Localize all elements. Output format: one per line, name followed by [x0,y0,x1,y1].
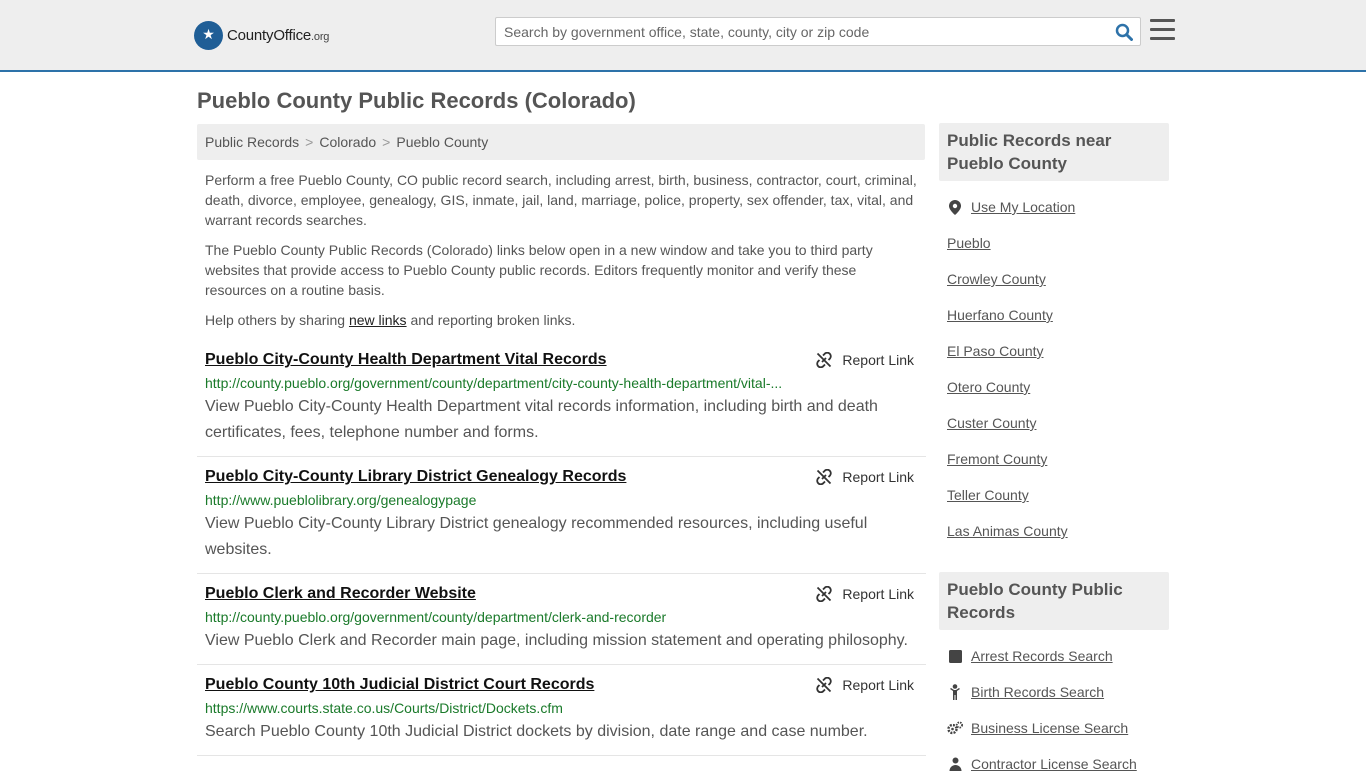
sidebar-records: Pueblo County Public Records Arrest Reco… [939,572,1169,782]
map-marker-icon [947,199,963,215]
report-link-label: Report Link [842,677,914,693]
sidebar-item-custer: Custer County [947,405,1169,441]
sidebar-item-huerfano: Huerfano County [947,297,1169,333]
report-link-button[interactable]: Report Link [816,352,914,368]
result-url: http://county.pueblo.org/government/coun… [205,375,783,391]
sidebar-item-use-my-location: Use My Location [947,189,1169,225]
broken-link-icon [816,586,833,602]
sidebar-item-arrest: Arrest Records Search [947,638,1169,674]
square-icon [947,649,963,663]
result-url: https://www.courts.state.co.us/Courts/Di… [205,700,563,716]
search-input[interactable] [496,18,1106,45]
result-description: View Pueblo City-County Library District… [205,515,868,558]
sidebar-item-contractor: Contractor License Search [947,746,1169,782]
sidebar-records-heading: Pueblo County Public Records [939,572,1169,630]
results-list: Pueblo City-County Health Department Vit… [197,340,926,756]
nearby-link[interactable]: Las Animas County [947,523,1068,539]
breadcrumb-separator: > [305,134,314,150]
sidebar-nearby-heading: Public Records near Pueblo County [939,123,1169,181]
nearby-link[interactable]: Fremont County [947,451,1047,467]
result-item: Pueblo City-County Library District Gene… [197,457,926,574]
broken-link-icon [816,469,833,485]
nearby-link[interactable]: Huerfano County [947,307,1053,323]
breadcrumb-separator: > [382,134,391,150]
result-title-link[interactable]: Pueblo Clerk and Recorder Website [205,584,476,604]
nearby-link[interactable]: Pueblo [947,235,991,251]
nearby-link[interactable]: Custer County [947,415,1036,431]
child-icon [947,684,963,700]
birth-records-link[interactable]: Birth Records Search [971,684,1104,700]
sidebar-item-birth: Birth Records Search [947,674,1169,710]
search-button[interactable] [1112,20,1136,44]
sidebar-nearby: Public Records near Pueblo County Use My… [939,123,1169,549]
site-logo[interactable]: ★ CountyOffice.org [194,20,329,50]
logo-tld: .org [311,30,330,43]
report-link-button[interactable]: Report Link [816,677,914,693]
result-description: View Pueblo City-County Health Departmen… [205,398,878,441]
result-title-link[interactable]: Pueblo County 10th Judicial District Cou… [205,675,594,695]
sidebar-records-list: Arrest Records Search Birth Records Sear… [939,638,1169,782]
sidebar-item-teller: Teller County [947,477,1169,513]
new-links-link[interactable]: new links [349,312,407,328]
hamburger-menu-icon[interactable] [1150,19,1175,43]
sidebar-item-el-paso: El Paso County [947,333,1169,369]
report-link-button[interactable]: Report Link [816,469,914,485]
result-item: Pueblo County 10th Judicial District Cou… [197,665,926,756]
breadcrumb-colorado[interactable]: Colorado [319,134,376,150]
result-description: View Pueblo Clerk and Recorder main page… [205,632,908,649]
logo-name: CountyOffice [227,26,312,44]
search-box [495,17,1141,46]
intro-paragraph: Perform a free Pueblo County, CO public … [205,172,917,228]
intro-paragraph: The Pueblo County Public Records (Colora… [205,242,873,298]
sidebar-item-otero: Otero County [947,369,1169,405]
use-my-location-link[interactable]: Use My Location [971,199,1075,215]
result-title-link[interactable]: Pueblo City-County Health Department Vit… [205,350,607,370]
report-link-label: Report Link [842,469,914,485]
intro-text: Perform a free Pueblo County, CO public … [205,170,921,340]
page-title: Pueblo County Public Records (Colorado) [197,88,636,113]
result-url: http://www.pueblolibrary.org/genealogypa… [205,492,477,508]
nearby-link[interactable]: Otero County [947,379,1030,395]
person-icon [947,757,963,771]
sidebar-item-business: Business License Search [947,710,1169,746]
report-link-button[interactable]: Report Link [816,586,914,602]
result-item: Pueblo Clerk and Recorder Website Report… [197,574,926,665]
broken-link-icon [816,677,833,693]
contractor-license-link[interactable]: Contractor License Search [971,756,1137,772]
result-description: Search Pueblo County 10th Judicial Distr… [205,723,868,740]
sidebar-item-pueblo: Pueblo [947,225,1169,261]
top-header: ★ CountyOffice.org [0,0,1366,72]
nearby-link[interactable]: Teller County [947,487,1029,503]
intro-share-paragraph: Help others by sharing new links and rep… [205,312,576,328]
broken-link-icon [816,352,833,368]
sidebar-nearby-list: Use My Location Pueblo Crowley County Hu… [939,189,1169,549]
result-item: Pueblo City-County Health Department Vit… [197,340,926,457]
gears-icon [947,721,963,735]
report-link-label: Report Link [842,352,914,368]
logo-text: CountyOffice.org [227,27,329,44]
search-icon [1115,23,1133,41]
sidebar-item-crowley: Crowley County [947,261,1169,297]
business-license-link[interactable]: Business License Search [971,720,1128,736]
result-title-link[interactable]: Pueblo City-County Library District Gene… [205,467,626,487]
nearby-link[interactable]: El Paso County [947,343,1044,359]
sidebar-item-fremont: Fremont County [947,441,1169,477]
breadcrumb-current: Pueblo County [396,134,489,150]
arrest-records-link[interactable]: Arrest Records Search [971,648,1113,664]
report-link-label: Report Link [842,586,914,602]
nearby-link[interactable]: Crowley County [947,271,1046,287]
breadcrumb: Public Records > Colorado > Pueblo Count… [197,124,925,160]
sidebar-item-las-animas: Las Animas County [947,513,1169,549]
breadcrumb-public-records[interactable]: Public Records [205,134,299,150]
logo-badge-icon: ★ [194,20,223,50]
result-url: http://county.pueblo.org/government/coun… [205,609,667,625]
